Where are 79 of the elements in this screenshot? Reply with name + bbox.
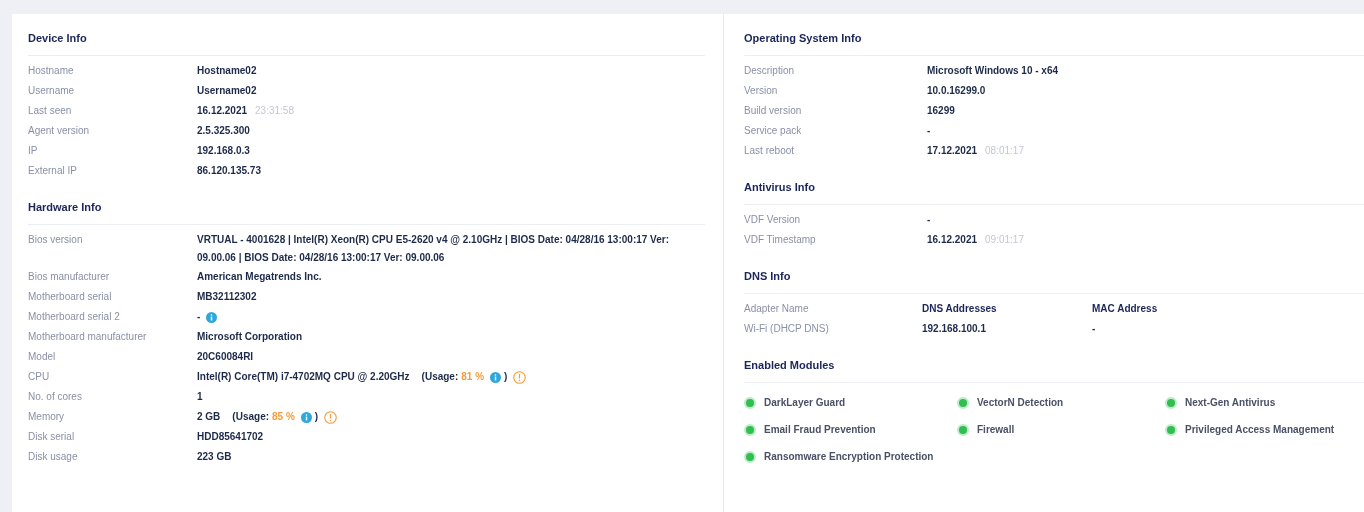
section-title: Device Info bbox=[28, 31, 87, 46]
field-label: Bios manufacturer bbox=[28, 270, 111, 284]
timestamp: 23:31:58 bbox=[255, 104, 294, 118]
field-label: Build version bbox=[744, 104, 803, 118]
field-label: Model bbox=[28, 350, 57, 364]
field-value: Microsoft Windows 10 - x64 bbox=[927, 64, 1059, 78]
field-label: Motherboard serial bbox=[28, 290, 113, 304]
column-header: DNS Addresses bbox=[922, 302, 998, 316]
field-label: CPU bbox=[28, 370, 51, 384]
field-value: American Megatrends Inc. bbox=[197, 270, 322, 284]
field-value: 10.0.16299.0 bbox=[927, 84, 986, 98]
field-value: 2.5.325.300 bbox=[197, 124, 250, 138]
timestamp: 08:01:17 bbox=[985, 144, 1024, 158]
module-name: Firewall bbox=[977, 423, 1015, 437]
info-icon[interactable] bbox=[490, 371, 502, 383]
field-label: IP bbox=[28, 144, 39, 158]
field-label: Service pack bbox=[744, 124, 803, 138]
field-label: Agent version bbox=[28, 124, 91, 138]
field-label: Version bbox=[744, 84, 779, 98]
closing-parenthesis: ) bbox=[504, 370, 508, 384]
field-label: Hostname bbox=[28, 64, 75, 78]
section-title: Enabled Modules bbox=[744, 358, 835, 373]
field-value: 17.12.2021 bbox=[927, 144, 978, 158]
closing-parenthesis: ) bbox=[314, 410, 319, 424]
field-label: Username bbox=[28, 84, 76, 98]
module-name: Next-Gen Antivirus bbox=[1185, 396, 1276, 410]
field-value: 20C60084RI bbox=[197, 350, 254, 364]
field-value: Microsoft Corporation bbox=[197, 330, 302, 344]
field-value: Intel(R) Core(TM) i7-4702MQ CPU @ 2.20GHz bbox=[197, 370, 410, 384]
field-value: - bbox=[927, 213, 931, 227]
usage-label: (Usage: bbox=[421, 370, 459, 384]
table-cell-text: 192.168.100.1 bbox=[922, 322, 987, 336]
field-value: 86.120.135.73 bbox=[197, 164, 261, 178]
module-name: Ransomware Encryption Protection bbox=[764, 450, 934, 464]
info-icon[interactable] bbox=[206, 311, 218, 323]
field-label: Disk serial bbox=[28, 430, 76, 444]
field-value: VRTUAL - 4001628 | Intel(R) Xeon(R) CPU E5-2620 v4 @ 2.10GHz | BIOS Date: 04/28/16 13:00:17 Ver: 09.00.06 | BIOS Date: 04/28/16 13:00:17 Ver: 09.00.06 bbox=[197, 233, 671, 265]
field-value: HDD85641702 bbox=[197, 430, 264, 444]
column-header: Adapter Name bbox=[744, 302, 810, 316]
field-label: Bios version bbox=[28, 233, 84, 247]
column-header: MAC Address bbox=[1092, 302, 1159, 316]
field-value: - bbox=[197, 310, 201, 324]
field-label: Motherboard serial 2 bbox=[28, 310, 121, 324]
module-name: DarkLayer Guard bbox=[764, 396, 846, 410]
field-label: Disk usage bbox=[28, 450, 79, 464]
field-label: Description bbox=[744, 64, 796, 78]
section-title: Antivirus Info bbox=[744, 180, 815, 195]
table-cell-text: Wi-Fi (DHCP DNS) bbox=[744, 322, 830, 336]
usage-label: (Usage: bbox=[232, 410, 270, 424]
field-value: MB32112302 bbox=[197, 290, 257, 304]
table-cell-text: - bbox=[1092, 322, 1097, 336]
field-value: 2 GB bbox=[197, 410, 221, 424]
field-label: VDF Timestamp bbox=[744, 233, 817, 247]
field-label: Motherboard manufacturer bbox=[28, 330, 148, 344]
field-value: 223 GB bbox=[197, 450, 232, 464]
field-value: Username02 bbox=[197, 84, 257, 98]
field-label: No. of cores bbox=[28, 390, 83, 404]
field-label: External IP bbox=[28, 164, 78, 178]
usage-percent: 81 % bbox=[461, 370, 485, 384]
section-title: Hardware Info bbox=[28, 200, 102, 215]
usage-percent: 85 % bbox=[272, 410, 295, 424]
section-title: DNS Info bbox=[744, 269, 791, 284]
module-name: VectorN Detection bbox=[977, 396, 1064, 410]
field-value: 16299 bbox=[927, 104, 955, 118]
field-label: Last reboot bbox=[744, 144, 796, 158]
field-value: 16.12.2021 bbox=[927, 233, 978, 247]
section-title: Operating System Info bbox=[744, 31, 862, 46]
field-label: Memory bbox=[28, 410, 66, 424]
field-value: Hostname02 bbox=[197, 64, 257, 78]
field-label: VDF Version bbox=[744, 213, 802, 227]
field-value: 16.12.2021 bbox=[197, 104, 248, 118]
module-name: Privileged Access Management bbox=[1185, 423, 1335, 437]
field-label: Last seen bbox=[28, 104, 73, 118]
field-value: - bbox=[927, 124, 931, 138]
timestamp: 09:01:17 bbox=[985, 233, 1024, 247]
module-name: Email Fraud Prevention bbox=[764, 423, 876, 437]
field-value: 192.168.0.3 bbox=[197, 144, 250, 158]
info-icon[interactable] bbox=[300, 411, 312, 423]
field-value: 1 bbox=[197, 390, 203, 404]
